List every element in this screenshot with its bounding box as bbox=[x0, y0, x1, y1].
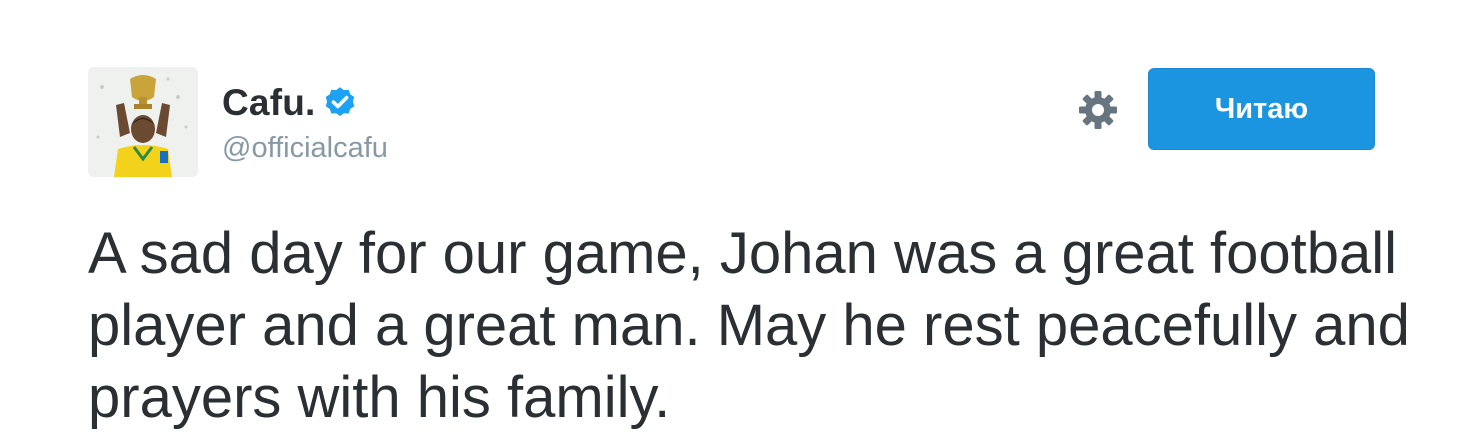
author-name-row: Cafu. bbox=[222, 82, 358, 124]
follow-button[interactable]: Читаю bbox=[1148, 68, 1375, 150]
tweet-card: Cafu. @officialcafu Читаю A sad day for … bbox=[0, 0, 1460, 448]
verified-badge-icon bbox=[322, 85, 358, 121]
player-with-trophy-avatar-icon bbox=[88, 67, 198, 177]
avatar[interactable] bbox=[88, 67, 198, 177]
tweet-text: A sad day for our game, Johan was a grea… bbox=[88, 221, 1410, 430]
author-name[interactable]: Cafu. bbox=[222, 82, 316, 124]
gear-icon[interactable] bbox=[1076, 88, 1120, 132]
author-handle[interactable]: @officialcafu bbox=[222, 132, 388, 165]
